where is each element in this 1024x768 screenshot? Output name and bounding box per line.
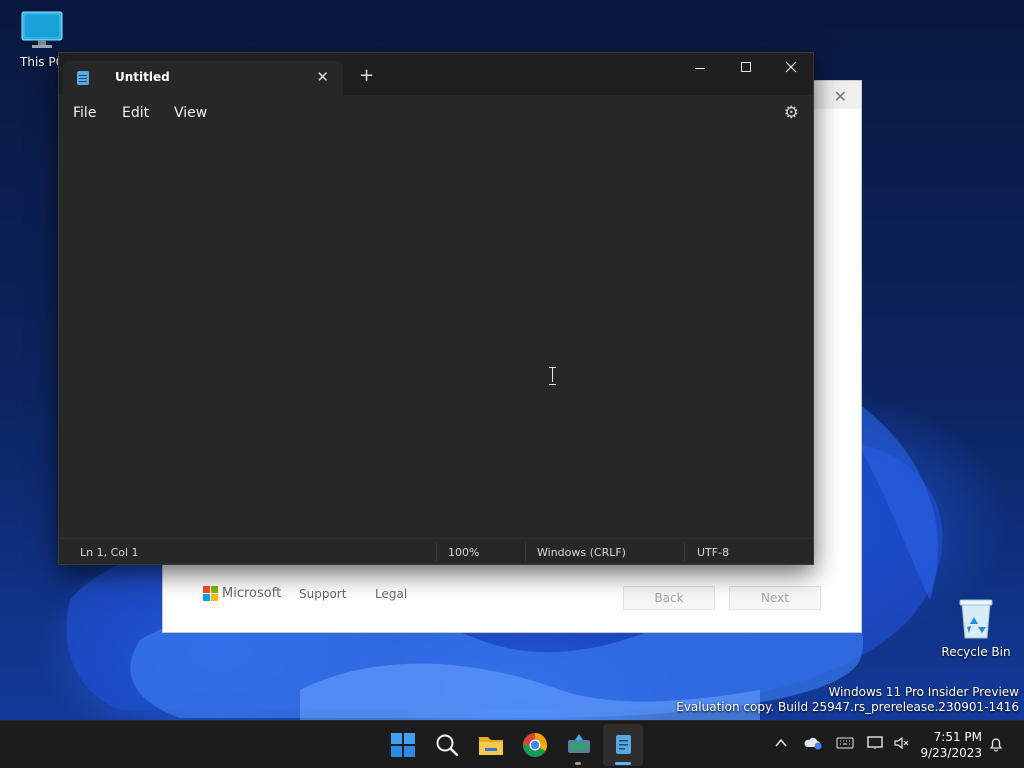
file-explorer-icon	[479, 737, 503, 755]
maximize-icon	[741, 62, 751, 72]
encoding[interactable]: UTF-8	[697, 546, 729, 559]
text-editor-area[interactable]	[59, 131, 813, 536]
microsoft-logo: Microsoft	[203, 586, 281, 601]
watermark-build: Evaluation copy. Build 25947.rs_prerelea…	[676, 700, 1019, 714]
chevron-up-icon[interactable]	[774, 736, 788, 754]
tab-title: Untitled	[115, 70, 170, 84]
status-divider	[525, 543, 526, 561]
setup-footer: Microsoft Support Legal Back Next	[203, 583, 823, 613]
notepad-icon	[77, 71, 89, 85]
back-button[interactable]: Back	[623, 586, 715, 610]
close-icon[interactable]: ✕	[834, 87, 847, 106]
microsoft-logo-icon	[203, 586, 218, 601]
notepad-button[interactable]	[609, 731, 637, 759]
recycle-bin-icon	[959, 599, 993, 639]
menu-view[interactable]: View	[174, 105, 207, 121]
watermark-edition: Windows 11 Pro Insider Preview	[828, 685, 1019, 699]
search-icon	[436, 734, 459, 757]
zoom-level[interactable]: 100%	[448, 546, 479, 559]
status-divider	[684, 543, 685, 561]
desktop-icon-recycle-bin[interactable]: Recycle Bin	[940, 596, 1012, 659]
search-button[interactable]	[433, 731, 461, 759]
close-button[interactable]	[768, 53, 814, 83]
monitor-icon	[21, 11, 63, 48]
volume-muted-icon[interactable]	[893, 736, 911, 754]
notepad-window: Untitled ✕ + File Edit View ⚙ Ln 1, Col …	[58, 52, 814, 565]
next-button[interactable]: Next	[729, 586, 821, 610]
notepad-icon	[616, 735, 631, 754]
taskbar: 7:51 PM 9/23/2023	[0, 720, 1024, 768]
tab-untitled[interactable]: Untitled ✕	[63, 61, 343, 95]
evaluation-watermark: Windows 11 Pro Insider Preview Evaluatio…	[676, 685, 1019, 715]
menu-file[interactable]: File	[73, 105, 96, 121]
start-icon	[391, 733, 415, 757]
setup-app-button[interactable]	[565, 731, 593, 759]
clock-date: 9/23/2023	[920, 746, 982, 760]
text-cursor-icon	[549, 367, 557, 385]
chrome-icon	[523, 733, 547, 758]
notepad-titlebar[interactable]: Untitled ✕ +	[59, 53, 813, 95]
support-link[interactable]: Support	[299, 587, 346, 601]
minimize-icon	[695, 68, 705, 69]
chrome-button[interactable]	[521, 731, 549, 759]
display-icon[interactable]	[867, 736, 885, 754]
maximize-button[interactable]	[723, 53, 769, 83]
app-running-indicator	[575, 762, 581, 765]
close-tab-icon[interactable]: ✕	[316, 68, 329, 86]
file-explorer-button[interactable]	[477, 731, 505, 759]
minimize-button[interactable]	[677, 53, 723, 83]
system-clock[interactable]: 7:51 PM 9/23/2023	[920, 729, 982, 761]
desktop-icon-label: Recycle Bin	[941, 645, 1011, 659]
clock-time: 7:51 PM	[933, 730, 982, 744]
line-ending[interactable]: Windows (CRLF)	[537, 546, 626, 559]
status-divider	[436, 543, 437, 561]
close-icon	[785, 61, 797, 73]
new-tab-icon[interactable]: +	[359, 67, 374, 85]
gear-icon[interactable]: ⚙	[784, 103, 799, 123]
setup-app-icon	[568, 734, 590, 753]
legal-link[interactable]: Legal	[375, 587, 407, 601]
menu-edit[interactable]: Edit	[122, 105, 149, 121]
cursor-position: Ln 1, Col 1	[80, 546, 139, 559]
onedrive-icon[interactable]	[804, 736, 822, 754]
notification-bell-icon[interactable]	[988, 736, 1004, 756]
start-button[interactable]	[389, 731, 417, 759]
brand-name: Microsoft	[222, 586, 282, 601]
status-bar: Ln 1, Col 1 100% Windows (CRLF) UTF-8	[59, 538, 813, 564]
active-app-indicator	[615, 762, 631, 765]
menu-bar: File Edit View ⚙	[59, 95, 813, 131]
keyboard-icon[interactable]	[836, 736, 854, 754]
